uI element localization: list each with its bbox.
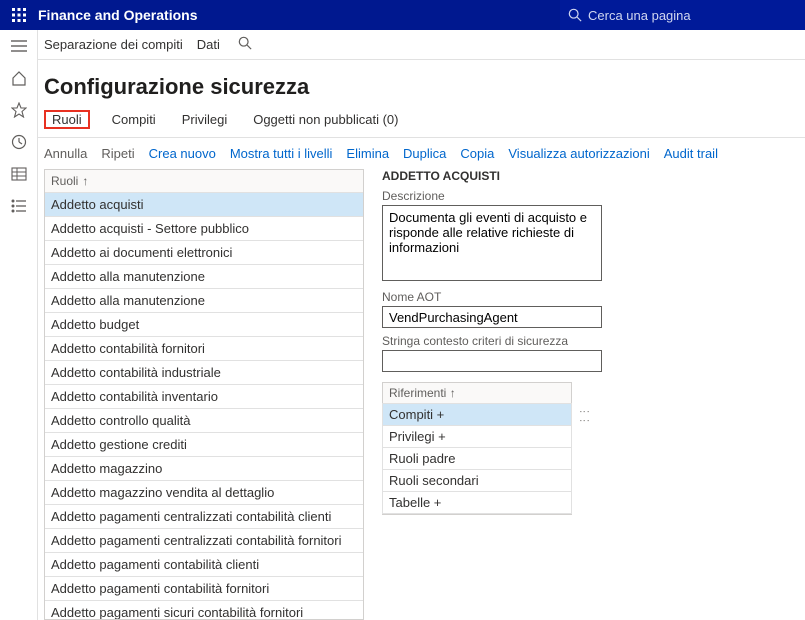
sort-asc-icon: ↑ [82,174,88,188]
hamburger-icon[interactable] [9,36,29,56]
undo-button[interactable]: Annulla [44,146,87,161]
description-field[interactable] [382,205,602,281]
search-icon [568,8,582,22]
global-search[interactable]: Cerca una pagina [560,0,805,30]
roles-list-row[interactable]: Addetto contabilità inventario [45,384,363,408]
list-icon[interactable] [9,196,29,216]
copy-button[interactable]: Copia [460,146,494,161]
star-icon[interactable] [9,100,29,120]
references-row[interactable]: Ruoli secondari [382,469,572,491]
toolbar: Annulla Ripeti Crea nuovo Mostra tutti i… [38,137,805,169]
detail-title: ADDETTO ACQUISTI [382,169,795,183]
references-row[interactable]: Tabelle + [382,491,572,514]
app-title: Finance and Operations [38,7,560,23]
tab-duties[interactable]: Compiti [108,110,160,129]
roles-list-row[interactable]: Addetto pagamenti contabilità fornitori [45,576,363,600]
breadcrumb-item[interactable]: Separazione dei compiti [44,37,183,52]
roles-list-row[interactable]: Addetto pagamenti centralizzati contabil… [45,504,363,528]
roles-list-row[interactable]: Addetto pagamenti sicuri contabilità for… [45,600,363,619]
references-row[interactable]: Compiti + [382,403,572,425]
sort-asc-icon: ↑ [450,386,456,400]
roles-list-row[interactable]: Addetto magazzino [45,456,363,480]
references-row[interactable]: Ruoli padre [382,447,572,469]
role-detail-panel: ADDETTO ACQUISTI Descrizione Nome AOT St… [382,169,799,620]
roles-list-row[interactable]: Addetto pagamenti contabilità clienti [45,552,363,576]
roles-list-panel: Ruoli↑ Addetto acquistiAddetto acquisti … [44,169,364,620]
view-auth-button[interactable]: Visualizza autorizzazioni [508,146,649,161]
references-header[interactable]: Riferimenti ↑ [382,382,572,403]
references-row[interactable]: Privilegi + [382,425,572,447]
tab-privileges[interactable]: Privilegi [178,110,232,129]
roles-list-row[interactable]: Addetto ai documenti elettronici [45,240,363,264]
aot-name-field[interactable] [382,306,602,328]
search-placeholder: Cerca una pagina [588,8,691,23]
roles-list-row[interactable]: Addetto alla manutenzione [45,288,363,312]
security-context-field[interactable] [382,350,602,372]
show-all-levels-button[interactable]: Mostra tutti i livelli [230,146,333,161]
breadcrumb: Separazione dei compiti Dati [38,30,805,60]
roles-list-row[interactable]: Addetto acquisti - Settore pubblico [45,216,363,240]
waffle-icon[interactable] [0,0,38,30]
aot-name-label: Nome AOT [382,290,795,304]
security-context-label: Stringa contesto criteri di sicurezza [382,334,795,348]
redo-button[interactable]: Ripeti [101,146,134,161]
create-button[interactable]: Crea nuovo [149,146,216,161]
tab-roles[interactable]: Ruoli [44,110,90,129]
tab-unpublished[interactable]: Oggetti non pubblicati (0) [249,110,402,129]
description-label: Descrizione [382,189,795,203]
home-icon[interactable] [9,68,29,88]
roles-list-header[interactable]: Ruoli↑ [44,169,364,192]
roles-list[interactable]: Addetto acquistiAddetto acquisti - Setto… [44,192,364,619]
roles-list-row[interactable]: Addetto acquisti [45,192,363,216]
roles-list-row[interactable]: Addetto gestione crediti [45,432,363,456]
roles-list-row[interactable]: Addetto magazzino vendita al dettaglio [45,480,363,504]
grid-icon[interactable] [9,164,29,184]
roles-list-row[interactable]: Addetto pagamenti centralizzati contabil… [45,528,363,552]
page-title: Configurazione sicurezza [38,60,805,110]
audit-trail-button[interactable]: Audit trail [664,146,718,161]
resize-handle-icon[interactable]: ⋮⋮ [578,406,591,424]
roles-list-row[interactable]: Addetto contabilità industriale [45,360,363,384]
references-list: Riferimenti ↑ Compiti +Privilegi +Ruoli … [382,382,572,515]
tab-bar: Ruoli Compiti Privilegi Oggetti non pubb… [38,110,805,137]
roles-list-row[interactable]: Addetto alla manutenzione [45,264,363,288]
left-navigation-rail [0,30,38,620]
roles-list-row[interactable]: Addetto controllo qualità [45,408,363,432]
delete-button[interactable]: Elimina [346,146,389,161]
breadcrumb-search-icon[interactable] [238,36,252,53]
roles-list-row[interactable]: Addetto contabilità fornitori [45,336,363,360]
duplicate-button[interactable]: Duplica [403,146,446,161]
breadcrumb-item[interactable]: Dati [197,37,220,52]
clock-icon[interactable] [9,132,29,152]
roles-list-row[interactable]: Addetto budget [45,312,363,336]
